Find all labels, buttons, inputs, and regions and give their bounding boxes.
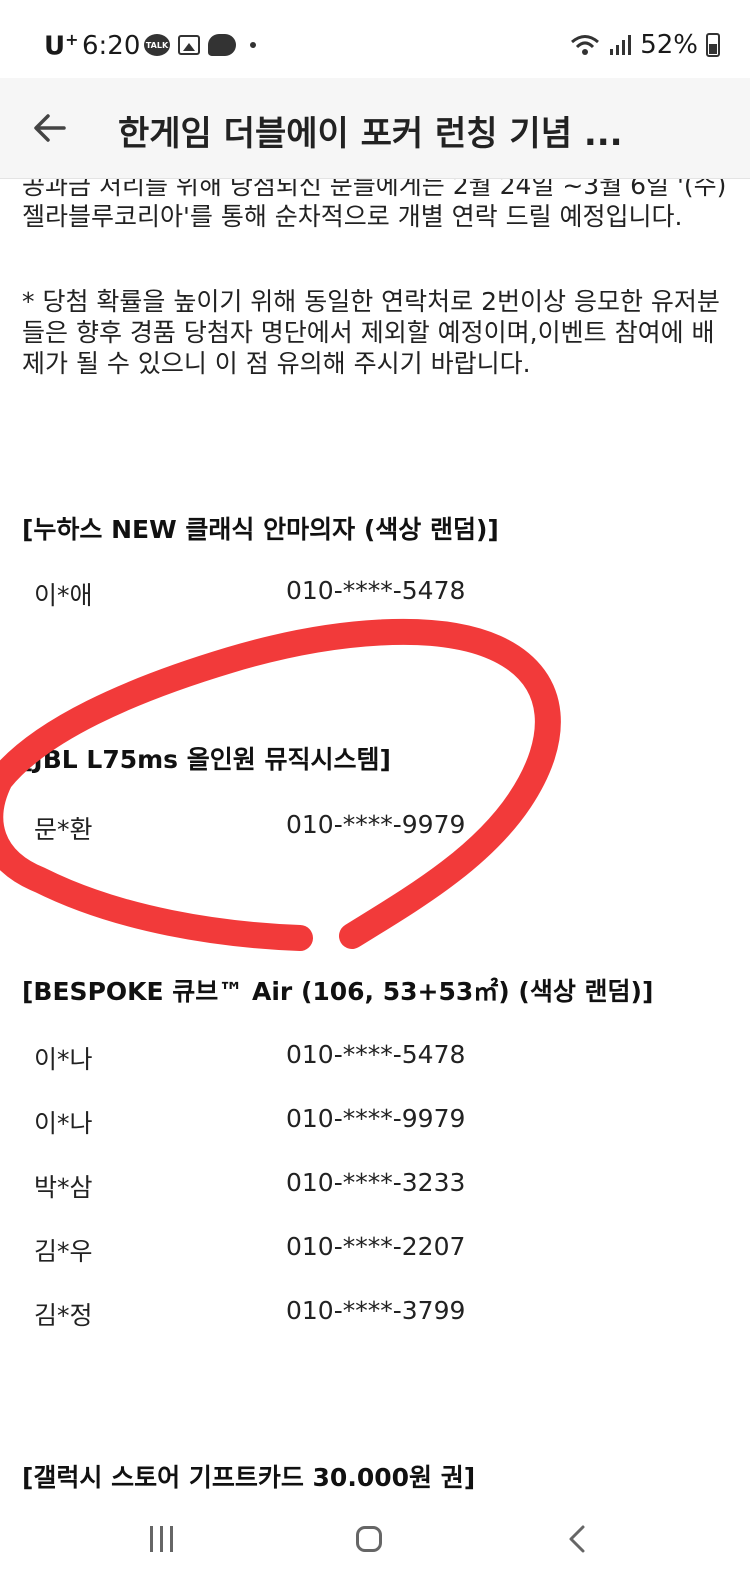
nav-back-button[interactable] bbox=[552, 1517, 602, 1561]
page-title: 한게임 더블에이 포커 런칭 기념 ... bbox=[118, 114, 623, 154]
contact-info-paragraph: 공과금 처리를 위해 당첨되신 분들에게는 2월 24일 ~3월 6일 '(수)… bbox=[22, 171, 728, 232]
winner-phone: 010-****-3799 bbox=[286, 1296, 466, 1325]
back-arrow-icon[interactable] bbox=[30, 108, 70, 148]
winner-phone: 010-****-3233 bbox=[286, 1168, 466, 1197]
winner-name: 이*나 bbox=[34, 1109, 93, 1138]
prize-title: [BESPOKE 큐브™ Air (106, 53+53㎡) (색상 랜덤)] bbox=[22, 977, 654, 1006]
home-icon bbox=[356, 1526, 382, 1552]
winner-row: 이*나 010-****-5478 bbox=[0, 1040, 750, 1074]
winner-phone: 010-****-2207 bbox=[286, 1232, 466, 1261]
winner-name: 박*삼 bbox=[34, 1173, 93, 1202]
winner-row: 김*우 010-****-2207 bbox=[0, 1232, 750, 1266]
prize-title: [누하스 NEW 클래식 안마의자 (색상 랜덤)] bbox=[22, 515, 499, 544]
recents-button[interactable] bbox=[136, 1517, 186, 1561]
prize-title: [갤럭시 스토어 기프트카드 30.000원 권] bbox=[22, 1463, 476, 1492]
recents-icon bbox=[149, 1526, 173, 1552]
article-content[interactable]: 공과금 처리를 위해 당첨되신 분들에게는 2월 24일 ~3월 6일 '(수)… bbox=[0, 0, 750, 1495]
winner-phone: 010-****-5478 bbox=[286, 576, 466, 605]
winner-row: 이*애 010-****-5478 bbox=[0, 576, 750, 610]
home-button[interactable] bbox=[344, 1517, 394, 1561]
winner-name: 김*우 bbox=[34, 1237, 93, 1266]
notice-paragraph: * 당첨 확률을 높이기 위해 동일한 연락처로 2번이상 응모한 유저분들은 … bbox=[22, 287, 720, 378]
winner-phone: 010-****-9979 bbox=[286, 810, 466, 839]
winner-name: 이*나 bbox=[34, 1045, 93, 1074]
app-bar: 한게임 더블에이 포커 런칭 기념 ... bbox=[0, 78, 750, 179]
winner-row: 박*삼 010-****-3233 bbox=[0, 1168, 750, 1202]
prize-title: [JBL L75ms 올인원 뮤직시스템] bbox=[22, 745, 391, 774]
winner-row: 김*정 010-****-3799 bbox=[0, 1296, 750, 1330]
nav-back-icon bbox=[569, 1525, 585, 1553]
system-nav-bar bbox=[0, 1495, 750, 1583]
winner-phone: 010-****-5478 bbox=[286, 1040, 466, 1069]
winner-name: 김*정 bbox=[34, 1301, 93, 1330]
contact-info-line: 젤라블루코리아'를 통해 순차적으로 개별 연락 드릴 예정입니다. bbox=[22, 202, 683, 231]
winner-row: 문*환 010-****-9979 bbox=[0, 810, 750, 844]
winner-phone: 010-****-9979 bbox=[286, 1104, 466, 1133]
winner-row: 이*나 010-****-9979 bbox=[0, 1104, 750, 1138]
winner-name: 이*애 bbox=[34, 581, 93, 610]
winner-name: 문*환 bbox=[34, 815, 93, 844]
